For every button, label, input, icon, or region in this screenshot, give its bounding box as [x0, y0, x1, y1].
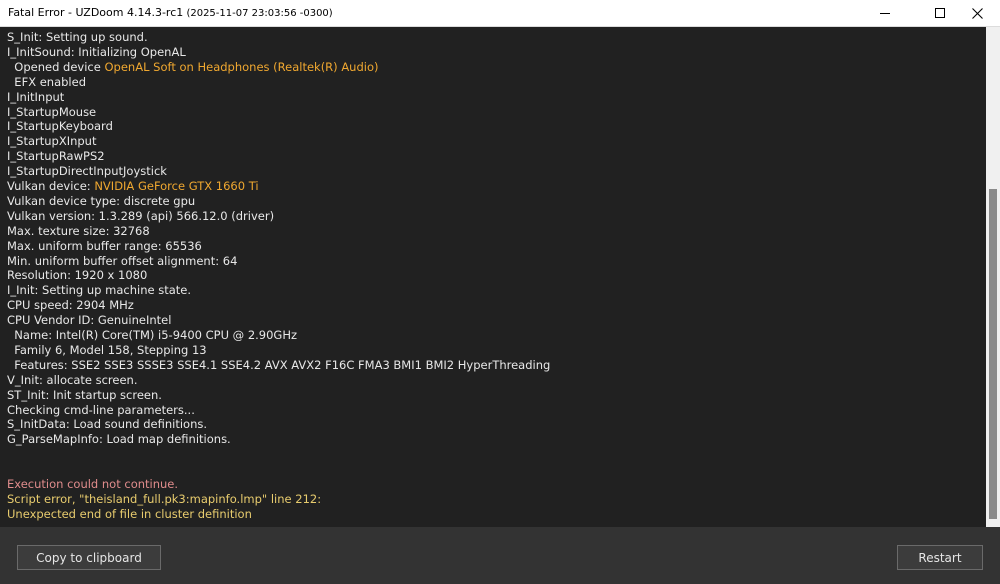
log-line: Max. texture size: 32768 — [7, 224, 150, 239]
log-line: Vulkan device type: discrete gpu — [7, 194, 195, 209]
log-line-text: Vulkan device type: discrete gpu — [7, 193, 196, 208]
log-line-text: Min. uniform buffer offset alignment: 64 — [7, 253, 238, 268]
log-line: S_Init: Setting up sound. — [7, 30, 148, 45]
script-error-detail-line: Unexpected end of file in cluster defini… — [7, 507, 252, 521]
log-line: I_StartupRawPS2 — [7, 149, 105, 164]
log-line-text: Vulkan version: 1.3.289 (api) 566.12.0 (… — [7, 208, 275, 223]
log-line-text: I_Init: Setting up machine state. — [7, 283, 191, 298]
log-line-text: Max. uniform buffer range: 65536 — [7, 238, 202, 253]
log-line: I_InitInput — [7, 90, 64, 105]
log-line-text: Features: SSE2 SSE3 SSSE3 SSE4.1 SSE4.2 … — [7, 357, 551, 372]
log-line: I_InitSound: Initializing OpenAL — [7, 45, 186, 60]
log-line-text: G_ParseMapInfo: Load map definitions. — [7, 432, 231, 447]
log-line-text: EFX enabled — [7, 74, 87, 89]
log-line-text: I_StartupXInput — [7, 134, 97, 149]
log-line: Vulkan device: NVIDIA GeForce GTX 1660 T… — [7, 179, 259, 194]
log-line-text: Resolution: 1920 x 1080 — [7, 268, 148, 283]
title-bar[interactable]: Fatal Error - UZDoom 4.14.3-rc1 (2025-11… — [0, 0, 1000, 27]
log-line: I_StartupMouse — [7, 105, 96, 120]
log-line: Name: Intel(R) Core(TM) i5-9400 CPU @ 2.… — [7, 328, 297, 343]
log-line-text: I_StartupMouse — [7, 104, 97, 119]
log-line: G_ParseMapInfo: Load map definitions. — [7, 432, 231, 447]
log-line: Max. uniform buffer range: 65536 — [7, 239, 202, 254]
window-title-build-date: (2025-11-07 23:03:56 -0300) — [183, 8, 333, 19]
log-line: Resolution: 1920 x 1080 — [7, 268, 147, 283]
log-line-text: I_InitSound: Initializing OpenAL — [7, 44, 186, 59]
log-line-text: S_Init: Setting up sound. — [7, 30, 148, 44]
close-icon — [971, 7, 983, 19]
log-line-text: ST_Init: Init startup screen. — [7, 387, 162, 402]
log-line-text: Name: Intel(R) Core(TM) i5-9400 CPU @ 2.… — [7, 328, 298, 342]
log-line-text: I_StartupKeyboard — [7, 119, 113, 134]
log-line: CPU speed: 2904 MHz — [7, 298, 134, 313]
log-line: I_Init: Setting up machine state. — [7, 283, 191, 298]
log-line-text: Max. texture size: 32768 — [7, 223, 150, 238]
log-line-text: Opened device — [7, 59, 105, 74]
log-line: Checking cmd-line parameters... — [7, 403, 195, 418]
restart-button[interactable]: Restart — [897, 545, 983, 570]
minimize-button[interactable] — [862, 0, 908, 26]
window-title: Fatal Error - UZDoom 4.14.3-rc1 (2025-11… — [8, 6, 333, 19]
log-line: Family 6, Model 158, Stepping 13 — [7, 342, 207, 358]
log-line-text: CPU speed: 2904 MHz — [7, 298, 134, 313]
maximize-icon — [935, 8, 945, 18]
execution-error-line: Execution could not continue. — [7, 477, 179, 491]
log-line: I_StartupXInput — [7, 134, 96, 149]
minimize-icon — [880, 13, 890, 14]
log-line: I_StartupKeyboard — [7, 119, 113, 134]
log-line: EFX enabled — [7, 75, 86, 90]
log-line-text: Family 6, Model 158, Stepping 13 — [7, 342, 207, 357]
log-line-text: I_StartupRawPS2 — [7, 149, 105, 164]
log-line-text: Vulkan device: — [7, 179, 95, 193]
log-line-text: I_InitInput — [7, 89, 65, 104]
log-line-text: Checking cmd-line parameters... — [7, 402, 195, 417]
copy-to-clipboard-button[interactable]: Copy to clipboard — [17, 545, 161, 570]
log-line-text: S_InitData: Load sound definitions. — [7, 417, 208, 432]
log-line-text: I_StartupDirectInputJoystick — [7, 164, 167, 179]
log-line: CPU Vendor ID: GenuineIntel — [7, 313, 171, 328]
log-line: V_Init: allocate screen. — [7, 373, 138, 388]
log-line: S_InitData: Load sound definitions. — [7, 417, 207, 432]
console-log[interactable]: S_Init: Setting up sound. I_InitSound: In… — [0, 27, 986, 527]
script-error-line: Script error, "theisland_full.pk3:mapinf… — [7, 492, 322, 506]
log-line: Opened device OpenAL Soft on Headphones … — [7, 59, 379, 75]
log-line: Features: SSE2 SSE3 SSSE3 SSE4.1 SSE4.2 … — [7, 358, 550, 373]
log-line: Vulkan version: 1.3.289 (api) 566.12.0 (… — [7, 209, 274, 224]
log-line: I_StartupDirectInputJoystick — [7, 164, 167, 179]
log-line: Min. uniform buffer offset alignment: 64 — [7, 254, 237, 269]
log-line-highlight: NVIDIA GeForce GTX 1660 Ti — [94, 179, 259, 193]
button-bar: Copy to clipboard Restart — [0, 527, 1000, 584]
vertical-scrollbar[interactable] — [986, 27, 1000, 527]
scrollbar-thumb[interactable] — [989, 189, 997, 519]
log-line-highlight: OpenAL Soft on Headphones (Realtek(R) Au… — [104, 59, 379, 74]
window-title-main: Fatal Error - UZDoom 4.14.3-rc1 — [8, 6, 184, 19]
log-line-text: V_Init: allocate screen. — [7, 372, 138, 387]
fatal-error-window: Fatal Error - UZDoom 4.14.3-rc1 (2025-11… — [0, 0, 1000, 584]
log-line-text: CPU Vendor ID: GenuineIntel — [7, 313, 172, 328]
close-button[interactable] — [954, 0, 1000, 26]
log-line: ST_Init: Init startup screen. — [7, 388, 162, 403]
